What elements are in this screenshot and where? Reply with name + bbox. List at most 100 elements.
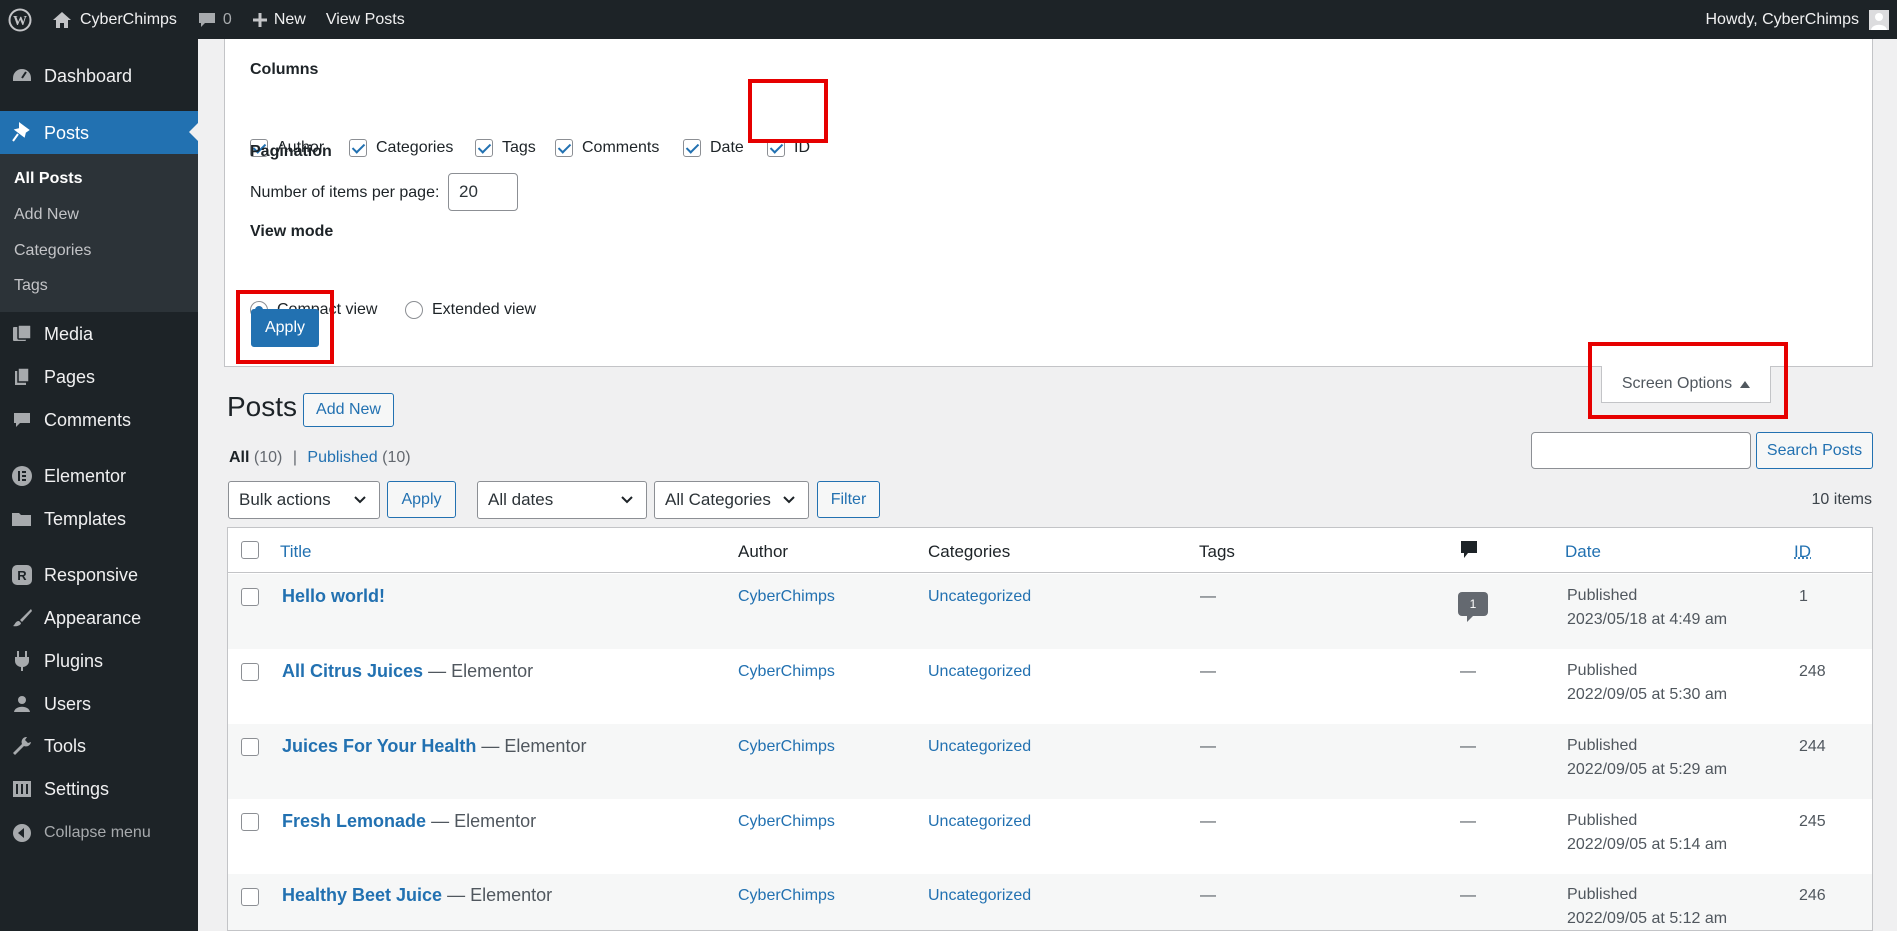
post-title-link[interactable]: Juices For Your Health bbox=[282, 736, 476, 756]
column-header-comments[interactable] bbox=[1460, 540, 1478, 565]
column-toggle-comments[interactable]: Comments bbox=[555, 139, 659, 157]
row-checkbox[interactable] bbox=[241, 813, 259, 831]
menu-media[interactable]: Media bbox=[0, 313, 198, 355]
menu-comments[interactable]: Comments bbox=[0, 399, 198, 441]
post-category-link[interactable]: Uncategorized bbox=[928, 588, 1031, 606]
menu-settings[interactable]: Settings bbox=[0, 768, 198, 810]
row-checkbox[interactable] bbox=[241, 663, 259, 681]
bulk-actions-value: Bulk actions bbox=[239, 490, 331, 509]
menu-appearance[interactable]: Appearance bbox=[0, 597, 198, 639]
menu-pages[interactable]: Pages bbox=[0, 356, 198, 398]
post-author-link[interactable]: CyberChimps bbox=[738, 887, 835, 905]
dates-filter-select[interactable]: All dates bbox=[477, 481, 647, 519]
checkbox[interactable] bbox=[349, 139, 367, 157]
column-toggle-date[interactable]: Date bbox=[683, 139, 744, 157]
post-author-link[interactable]: CyberChimps bbox=[738, 663, 835, 681]
menu-tools[interactable]: Tools bbox=[0, 725, 198, 767]
row-checkbox[interactable] bbox=[241, 888, 259, 906]
column-header-title[interactable]: Title bbox=[280, 542, 312, 562]
post-date-cell: Published 2022/09/05 at 5:12 am bbox=[1567, 883, 1728, 930]
chevron-down-icon bbox=[621, 496, 633, 504]
menu-label: Posts bbox=[44, 122, 90, 143]
menu-plugins[interactable]: Plugins bbox=[0, 640, 198, 682]
filter-published-label: Published bbox=[307, 449, 378, 466]
menu-responsive[interactable]: R Responsive bbox=[0, 554, 198, 596]
post-category-link[interactable]: Uncategorized bbox=[928, 813, 1031, 831]
menu-templates[interactable]: Templates bbox=[0, 498, 198, 540]
post-title-link[interactable]: Healthy Beet Juice bbox=[282, 885, 442, 905]
row-checkbox[interactable] bbox=[241, 588, 259, 606]
view-posts-link[interactable]: View Posts bbox=[316, 0, 415, 39]
post-title-link[interactable]: Fresh Lemonade bbox=[282, 811, 426, 831]
column-label: Categories bbox=[376, 139, 454, 156]
post-author-link[interactable]: CyberChimps bbox=[738, 813, 835, 831]
menu-label: Comments bbox=[44, 409, 132, 430]
wordpress-logo-icon[interactable]: W bbox=[0, 0, 42, 39]
column-toggle-id[interactable]: ID bbox=[767, 139, 810, 157]
view-posts-label: View Posts bbox=[325, 10, 405, 28]
my-account[interactable]: Howdy, CyberChimps bbox=[1705, 9, 1897, 30]
filter-all-label: All bbox=[229, 449, 250, 466]
checkbox[interactable] bbox=[475, 139, 493, 157]
comment-count-bubble[interactable]: 1 bbox=[1458, 592, 1488, 622]
submenu-categories[interactable]: Categories bbox=[14, 242, 91, 260]
post-category-link[interactable]: Uncategorized bbox=[928, 887, 1031, 905]
post-id: 246 bbox=[1799, 887, 1826, 904]
categories-filter-value: All Categories bbox=[665, 490, 771, 509]
collapse-menu-button[interactable]: Collapse menu bbox=[0, 812, 198, 854]
post-author-link[interactable]: CyberChimps bbox=[738, 588, 835, 606]
screen-options-label: Screen Options bbox=[1621, 375, 1733, 392]
post-category-link[interactable]: Uncategorized bbox=[928, 738, 1031, 756]
radio-button[interactable] bbox=[405, 301, 423, 319]
post-title-link[interactable]: All Citrus Juices bbox=[282, 661, 423, 681]
add-new-post-button[interactable]: Add New bbox=[303, 393, 394, 427]
checkbox[interactable] bbox=[555, 139, 573, 157]
menu-users[interactable]: Users bbox=[0, 683, 198, 725]
view-mode-extended[interactable]: Extended view bbox=[405, 301, 536, 319]
post-date: 2022/09/05 at 5:12 am bbox=[1567, 910, 1728, 927]
menu-posts[interactable]: Posts bbox=[0, 111, 198, 155]
post-state: — Elementor bbox=[431, 811, 537, 831]
filter-published-link[interactable]: Published (10) bbox=[307, 449, 410, 466]
post-date: 2023/05/18 at 4:49 am bbox=[1567, 611, 1728, 628]
filter-all-link[interactable]: All (10) bbox=[229, 449, 282, 466]
comments-link[interactable]: 0 bbox=[187, 0, 242, 39]
submenu-tags[interactable]: Tags bbox=[14, 277, 48, 295]
menu-elementor[interactable]: Elementor bbox=[0, 455, 198, 497]
search-posts-button[interactable]: Search Posts bbox=[1756, 432, 1873, 469]
row-checkbox[interactable] bbox=[241, 738, 259, 756]
column-toggle-categories[interactable]: Categories bbox=[349, 139, 453, 157]
site-name-link[interactable]: CyberChimps bbox=[42, 0, 187, 39]
dashboard-icon bbox=[0, 66, 44, 86]
post-category-link[interactable]: Uncategorized bbox=[928, 663, 1031, 681]
post-author-link[interactable]: CyberChimps bbox=[738, 738, 835, 756]
checkbox[interactable] bbox=[767, 139, 785, 157]
checkbox[interactable] bbox=[683, 139, 701, 157]
bulk-apply-button[interactable]: Apply bbox=[387, 481, 456, 518]
menu-dashboard[interactable]: Dashboard bbox=[0, 55, 198, 97]
post-title-link[interactable]: Hello world! bbox=[282, 586, 385, 606]
new-content-link[interactable]: New bbox=[242, 0, 316, 39]
svg-text:R: R bbox=[17, 568, 27, 583]
column-header-date[interactable]: Date bbox=[1565, 542, 1601, 562]
select-all-checkbox[interactable] bbox=[241, 541, 259, 559]
table-row: Healthy Beet Juice — Elementor CyberChim… bbox=[228, 874, 1872, 930]
users-icon bbox=[0, 694, 44, 714]
menu-label: Templates bbox=[44, 508, 127, 529]
media-icon bbox=[0, 324, 44, 344]
post-tags: — bbox=[1200, 588, 1216, 605]
screen-options-apply-button[interactable]: Apply bbox=[251, 309, 319, 347]
per-page-input[interactable] bbox=[448, 173, 518, 211]
filter-button[interactable]: Filter bbox=[817, 481, 880, 518]
categories-filter-select[interactable]: All Categories bbox=[654, 481, 809, 519]
search-posts-input[interactable] bbox=[1531, 432, 1751, 469]
submenu-add-new[interactable]: Add New bbox=[14, 206, 79, 224]
post-date: 2022/09/05 at 5:29 am bbox=[1567, 761, 1728, 778]
screen-options-toggle[interactable]: Screen Options bbox=[1601, 366, 1771, 403]
column-toggle-tags[interactable]: Tags bbox=[475, 139, 536, 157]
post-tags: — bbox=[1200, 887, 1216, 904]
column-header-id[interactable]: ID bbox=[1794, 542, 1811, 562]
bulk-actions-select[interactable]: Bulk actions bbox=[228, 481, 380, 519]
comments-count: 0 bbox=[222, 10, 232, 28]
submenu-all-posts[interactable]: All Posts bbox=[14, 170, 82, 188]
